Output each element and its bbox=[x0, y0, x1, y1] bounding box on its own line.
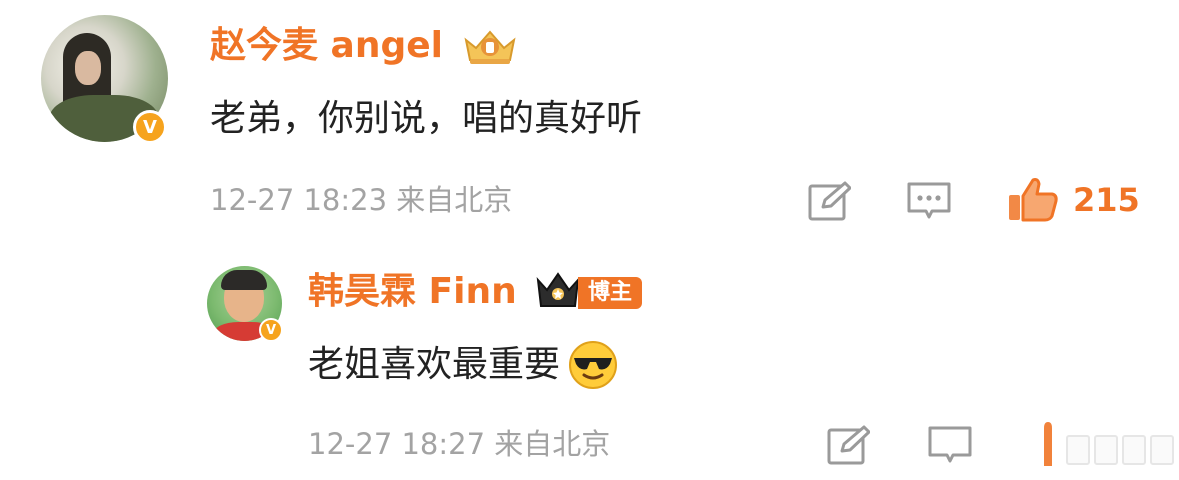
repost-icon[interactable] bbox=[807, 180, 851, 222]
comment-timestamp: 12-27 18:23 bbox=[210, 183, 388, 217]
placeholder-bar bbox=[1150, 435, 1174, 465]
placeholder-bar bbox=[1122, 435, 1146, 465]
comment-icon[interactable] bbox=[927, 424, 973, 466]
vip-crown-icon bbox=[464, 30, 516, 64]
reply-author[interactable]: 韩昊霖 Finn bbox=[308, 268, 517, 316]
crown-icon bbox=[536, 272, 580, 307]
comment-icon[interactable] bbox=[906, 180, 952, 222]
verified-badge: V bbox=[133, 110, 167, 144]
comment-meta: 12-27 18:23 来自北京 bbox=[210, 178, 512, 222]
repost-icon[interactable] bbox=[826, 424, 870, 466]
reply-location: 来自北京 bbox=[494, 427, 611, 461]
comment-text: 老弟，你别说，唱的真好听 bbox=[210, 98, 643, 139]
like-icon[interactable] bbox=[1030, 420, 1066, 470]
sunglasses-emoji bbox=[569, 341, 618, 389]
placeholder-bar bbox=[1094, 435, 1118, 465]
reply-text-row: 老姐喜欢最重要 bbox=[308, 340, 618, 390]
placeholder-bar bbox=[1066, 435, 1090, 465]
like-icon[interactable] bbox=[1007, 176, 1059, 222]
reply-text: 老姐喜欢最重要 bbox=[308, 344, 561, 385]
comment-author[interactable]: 赵今麦 angel bbox=[210, 22, 443, 70]
like-count: 215 bbox=[1073, 181, 1140, 219]
verified-badge: V bbox=[259, 318, 283, 342]
reply-meta: 12-27 18:27 来自北京 bbox=[308, 422, 610, 466]
comment-location: 来自北京 bbox=[396, 183, 513, 217]
reply-timestamp: 12-27 18:27 bbox=[308, 427, 486, 461]
blogger-badge: 博主 bbox=[578, 277, 643, 309]
